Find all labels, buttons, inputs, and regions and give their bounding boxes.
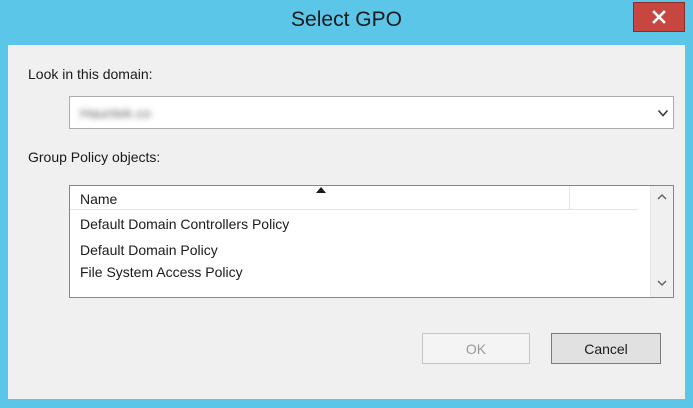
close-icon [652,10,666,24]
domain-value: Hauntek.co [80,105,151,121]
close-button[interactable] [633,2,685,32]
column-header-filler [570,186,638,210]
column-header-label: Name [80,191,118,207]
chevron-up-icon [657,194,667,200]
list-item[interactable]: Default Domain Controllers Policy [80,216,289,232]
domain-label: Look in this domain: [28,66,153,82]
cancel-button[interactable]: Cancel [551,333,661,364]
scroll-down-button[interactable] [653,274,671,292]
dialog-body: Look in this domain: Hauntek.co Group Po… [8,45,685,399]
chevron-down-icon [657,280,667,286]
chevron-down-icon [657,109,669,117]
ok-button[interactable]: OK [422,333,530,364]
scroll-up-button[interactable] [653,188,671,206]
domain-dropdown[interactable]: Hauntek.co [69,96,674,129]
title-bar[interactable]: Select GPO [0,0,693,44]
gpo-list[interactable]: Name Default Domain Controllers Policy D… [69,185,674,298]
gpo-list-label: Group Policy objects: [28,149,161,165]
sort-ascending-icon [316,187,326,193]
vertical-scrollbar[interactable] [650,186,673,297]
list-item[interactable]: Default Domain Policy [80,242,218,258]
list-item[interactable]: File System Access Policy [80,264,243,280]
dialog-title: Select GPO [291,8,402,31]
select-gpo-dialog: Select GPO Look in this domain: Hauntek.… [0,0,693,408]
column-header-name[interactable]: Name [70,186,570,210]
